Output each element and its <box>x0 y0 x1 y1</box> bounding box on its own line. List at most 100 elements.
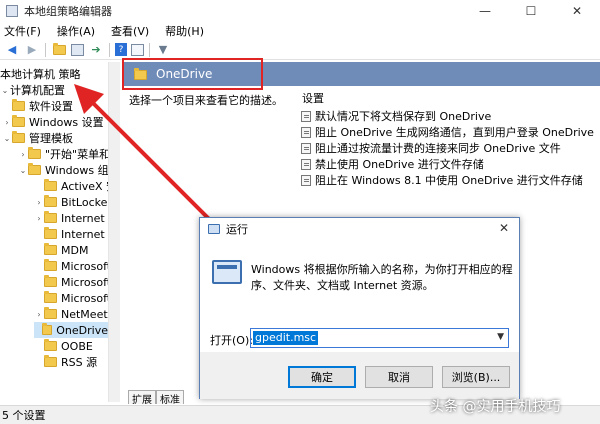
tree-item-label: Microsoft <box>61 275 112 289</box>
folder-up-icon[interactable] <box>51 42 67 58</box>
gpedit-app-icon <box>6 5 18 17</box>
tree-root-label: 本地计算机 策略 <box>0 68 81 81</box>
tree-item-label: Internet I <box>61 227 112 241</box>
folder-icon <box>41 323 53 335</box>
tab-extended[interactable]: 扩展 <box>128 390 156 406</box>
tree-item-windows-settings[interactable]: › Windows 设置 <box>2 114 104 130</box>
tree-item-label: Internet E <box>61 211 116 225</box>
policy-row[interactable]: 阻止在 Windows 8.1 中使用 OneDrive 进行文件存储 <box>301 172 583 188</box>
chevron-right-icon[interactable]: › <box>34 214 44 223</box>
tree-item-microsoft-1[interactable]: Microsoft <box>34 258 111 274</box>
header-highlight-box <box>122 58 263 90</box>
tab-standard[interactable]: 标准 <box>156 390 184 406</box>
tree-item-onedrive[interactable]: OneDrive <box>34 322 108 338</box>
toolbar: ◀ ▶ ➔ ? ▼ <box>0 40 600 60</box>
folder-icon <box>12 131 25 143</box>
menu-file[interactable]: 文件(F) <box>0 23 49 39</box>
toolbar-separator <box>149 42 150 57</box>
folder-icon <box>44 275 57 287</box>
close-button[interactable]: ✕ <box>554 0 600 22</box>
tree-item-internet-info[interactable]: Internet I <box>34 226 111 242</box>
description-text: 选择一个项目来查看它的描述。 <box>129 94 283 107</box>
run-icon <box>208 224 220 234</box>
tree-item-internet-explorer[interactable]: › Internet E <box>34 210 115 226</box>
policy-label: 默认情况下将文档保存到 OneDrive <box>315 110 492 123</box>
close-icon[interactable]: ✕ <box>499 221 509 235</box>
chevron-down-icon[interactable]: ⌄ <box>2 134 12 143</box>
back-icon[interactable]: ◀ <box>4 42 20 58</box>
show-hide-tree-icon[interactable] <box>71 43 84 56</box>
folder-icon <box>44 355 57 367</box>
tree-scrollbar[interactable] <box>108 62 120 402</box>
filter-icon[interactable]: ▼ <box>155 42 171 58</box>
policy-setting-icon <box>301 126 311 138</box>
window-controls: — ☐ ✕ <box>462 0 600 22</box>
tree-item-label: OneDrive <box>56 323 108 337</box>
chevron-right-icon[interactable]: › <box>18 150 28 159</box>
chevron-right-icon[interactable]: › <box>34 198 44 207</box>
policy-row[interactable]: 默认情况下将文档保存到 OneDrive <box>301 108 491 124</box>
tree-item-label: OOBE <box>61 339 93 353</box>
policy-setting-icon <box>301 110 311 122</box>
tree-item-bitlocker[interactable]: › BitLocker <box>34 194 112 210</box>
menu-help[interactable]: 帮助(H) <box>157 23 212 39</box>
run-dialog-titlebar: 运行 ✕ <box>200 218 519 240</box>
cancel-button[interactable]: 取消 <box>365 366 433 388</box>
chevron-down-icon[interactable]: ⌄ <box>18 166 28 175</box>
tree-item-label: 计算机配置 <box>10 84 65 97</box>
folder-icon <box>44 211 57 223</box>
ok-button[interactable]: 确定 <box>288 366 356 388</box>
tree-item-start-menu[interactable]: › "开始"菜单和任 <box>18 146 120 162</box>
tree-item-microsoft-3[interactable]: Microsoft <box>34 290 111 306</box>
tree-item-rss[interactable]: RSS 源 <box>34 354 97 370</box>
toolbar-separator <box>109 42 110 57</box>
policy-row[interactable]: 阻止 OneDrive 生成网络通信，直到用户登录 OneDrive <box>301 124 594 140</box>
chevron-right-icon[interactable]: › <box>2 118 12 127</box>
tree-item-label: 软件设置 <box>29 100 73 113</box>
policy-row[interactable]: 阻止通过按流量计费的连接来同步 OneDrive 文件 <box>301 140 561 156</box>
open-input-value[interactable]: gpedit.msc <box>253 331 319 345</box>
tree-item-admin-templates[interactable]: ⌄ 管理模板 <box>2 130 73 146</box>
policy-label: 阻止在 Windows 8.1 中使用 OneDrive 进行文件存储 <box>315 174 583 187</box>
menu-action[interactable]: 操作(A) <box>49 23 103 39</box>
tree-item-activex[interactable]: ActiveX 安 <box>34 178 117 194</box>
forward-icon[interactable]: ▶ <box>24 42 40 58</box>
tree-item-netmeeting[interactable]: › NetMeetin <box>34 306 118 322</box>
tree-item-microsoft-2[interactable]: Microsoft <box>34 274 111 290</box>
tree-item-computer-config[interactable]: ⌄ 计算机配置 <box>0 82 65 98</box>
tree-item-mdm[interactable]: MDM <box>34 242 88 258</box>
view-tabs: 扩展 标准 <box>128 390 184 406</box>
run-instructions: Windows 将根据你所输入的名称，为你打开相应的程序、文件夹、文档或 Int… <box>251 263 513 292</box>
policy-label: 阻止通过按流量计费的连接来同步 OneDrive 文件 <box>315 142 561 155</box>
tree-item-oobe[interactable]: OOBE <box>34 338 93 354</box>
browse-button[interactable]: 浏览(B)... <box>442 366 510 388</box>
tree-item-software-settings[interactable]: 软件设置 <box>2 98 73 114</box>
tree-item-label: Windows 设置 <box>29 116 104 129</box>
run-dialog-footer: 确定 取消 浏览(B)... <box>200 352 519 399</box>
tree-item-label: RSS 源 <box>61 356 98 369</box>
policy-label: 阻止 OneDrive 生成网络通信，直到用户登录 OneDrive <box>315 126 594 139</box>
folder-icon <box>44 259 57 271</box>
menu-view[interactable]: 查看(V) <box>103 23 157 39</box>
chevron-down-icon[interactable]: ⌄ <box>0 86 10 95</box>
open-combobox[interactable]: gpedit.msc ▼ <box>250 328 509 348</box>
toolbar-separator <box>45 42 46 57</box>
policy-row[interactable]: 禁止使用 OneDrive 进行文件存储 <box>301 156 484 172</box>
chevron-right-icon[interactable]: › <box>34 310 44 319</box>
settings-column-header[interactable]: 设置 <box>302 90 324 106</box>
minimize-button[interactable]: — <box>462 0 508 22</box>
tree-root[interactable]: 本地计算机 策略 <box>0 66 81 82</box>
maximize-button[interactable]: ☐ <box>508 0 554 22</box>
policy-setting-icon <box>301 158 311 170</box>
folder-icon <box>44 243 57 255</box>
tree-item-label: Microsoft <box>61 259 112 273</box>
chevron-down-icon[interactable]: ▼ <box>497 332 504 342</box>
folder-icon <box>28 147 41 159</box>
properties-icon[interactable] <box>131 43 144 56</box>
help-icon[interactable]: ? <box>115 43 127 56</box>
policy-tree: 本地计算机 策略 ⌄ 计算机配置 软件设置 › Windows 设置 ⌄ 管理模… <box>0 62 120 402</box>
export-icon[interactable]: ➔ <box>88 42 104 58</box>
tree-item-label: BitLocker <box>61 195 112 209</box>
tree-item-windows-components[interactable]: ⌄ Windows 组件 <box>18 162 120 178</box>
folder-icon <box>12 99 25 111</box>
